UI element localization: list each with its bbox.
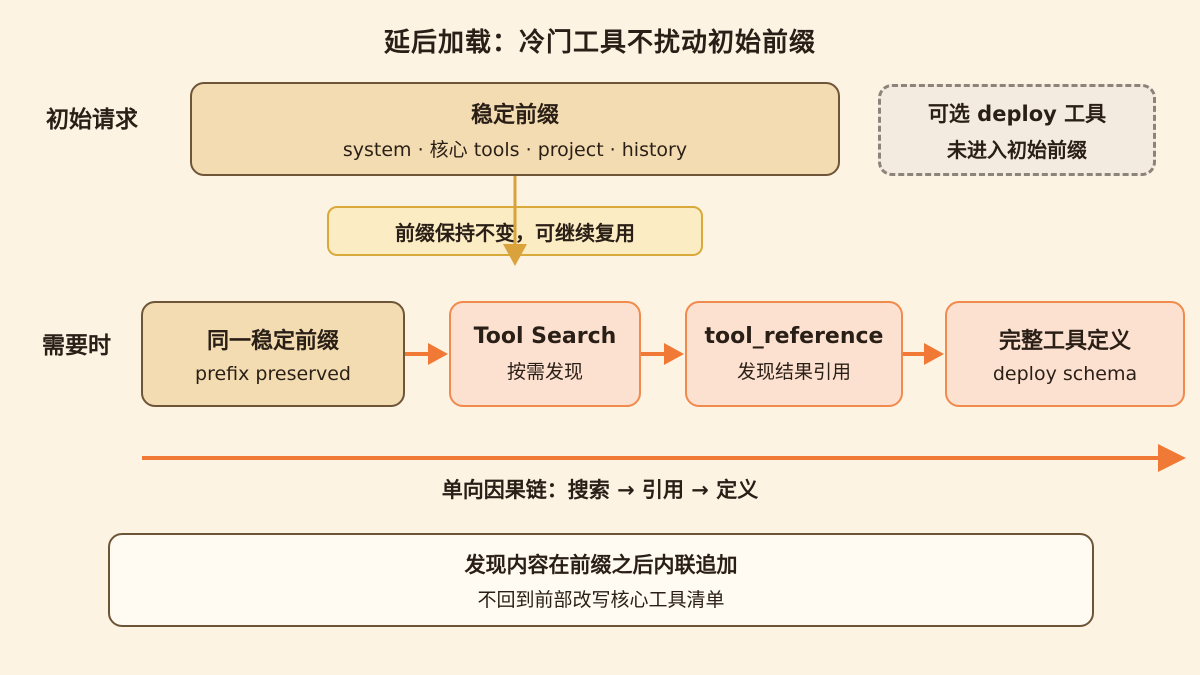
right-arrow-icon bbox=[428, 343, 448, 365]
right-arrow-icon bbox=[924, 343, 944, 365]
right-arrow-icon bbox=[664, 343, 684, 365]
down-arrow-head-icon bbox=[503, 244, 527, 266]
connector-arrows bbox=[142, 176, 1186, 472]
axis-arrow-head-icon bbox=[1158, 444, 1186, 472]
